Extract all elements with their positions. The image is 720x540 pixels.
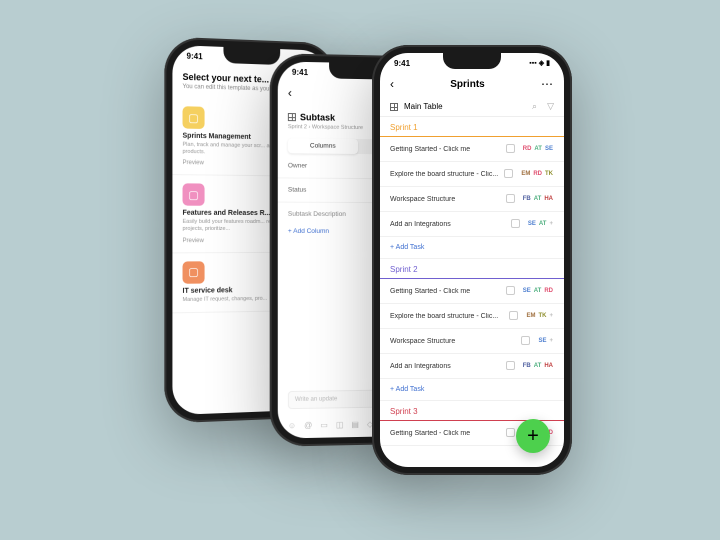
task-row[interactable]: Explore the board structure - Clic... EMR… [380, 162, 564, 187]
time: 9:41 [187, 51, 203, 61]
tool-icon[interactable]: ▤ [351, 420, 359, 429]
assignee-badges: EMTK+ [525, 312, 554, 320]
task-checkbox[interactable] [509, 311, 518, 320]
add-task-button[interactable]: + Add Task [380, 237, 564, 259]
back-icon[interactable]: ‹ [288, 86, 292, 100]
search-icon[interactable]: ⌕ [532, 101, 537, 112]
filter-icon[interactable]: ▽ [547, 101, 554, 112]
status-icons: ▪▪▪ ◈ ▮ [529, 59, 550, 67]
phone-sprints: 9:41 ▪▪▪ ◈ ▮ ‹ Sprints ⋯ Main Table ⌕ ▽ … [372, 45, 572, 475]
assignee-badges: FBATHA [522, 362, 554, 370]
task-checkbox[interactable] [511, 219, 520, 228]
page-title: Sprints [402, 79, 533, 90]
assignee-badges: SEAT+ [527, 220, 554, 228]
add-task-button[interactable]: + Add Task [380, 379, 564, 401]
task-title: Explore the board structure - Clic... [390, 171, 498, 178]
tool-icon[interactable]: ☺ [288, 421, 296, 430]
header: ‹ Sprints ⋯ [380, 71, 564, 97]
task-row[interactable]: Getting Started - Click me RDATSE [380, 137, 564, 162]
assignee-badges: FBATHA [522, 195, 554, 203]
sprint-header[interactable]: Sprint 2 [380, 259, 564, 279]
view-label[interactable]: Main Table [404, 102, 443, 111]
task-checkbox[interactable] [506, 361, 515, 370]
tab-columns[interactable]: Columns [288, 138, 358, 154]
table-icon [288, 113, 296, 121]
task-checkbox[interactable] [506, 428, 515, 437]
task-row[interactable]: Workspace Structure SE+ [380, 329, 564, 354]
task-row[interactable]: Workspace Structure FBATHA [380, 187, 564, 212]
time: 9:41 [292, 67, 308, 76]
task-title: Add an Integrations [390, 363, 500, 370]
add-button[interactable]: + [516, 419, 550, 453]
task-title: Workspace Structure [390, 338, 515, 345]
assignee-badges: EMRDTK [520, 170, 554, 178]
status-label: Status [288, 187, 307, 194]
task-checkbox[interactable] [521, 336, 530, 345]
view-selector: Main Table ⌕ ▽ [380, 97, 564, 117]
task-title: Explore the board structure - Clic... [390, 313, 503, 320]
sprint-header[interactable]: Sprint 3 [380, 401, 564, 421]
task-checkbox[interactable] [504, 169, 513, 178]
assignee-badges: SEATRD [522, 287, 554, 295]
task-title: Workspace Structure [390, 196, 500, 203]
back-icon[interactable]: ‹ [390, 77, 394, 91]
sprint-header[interactable]: Sprint 1 [380, 117, 564, 137]
task-row[interactable]: Getting Started - Click me SEATRD [380, 279, 564, 304]
template-icon: ▢ [183, 261, 205, 283]
more-icon[interactable]: ⋯ [541, 77, 554, 91]
tool-icon[interactable]: ▭ [320, 421, 328, 430]
task-title: Getting Started - Click me [390, 146, 500, 153]
task-checkbox[interactable] [506, 194, 515, 203]
template-icon: ▢ [183, 106, 205, 129]
owner-label: Owner [288, 162, 307, 169]
task-row[interactable]: Add an Integrations SEAT+ [380, 212, 564, 237]
tool-icon[interactable]: ◫ [336, 420, 344, 429]
tool-icon[interactable]: @ [304, 421, 312, 430]
task-title: Getting Started - Click me [390, 288, 500, 295]
task-row[interactable]: Explore the board structure - Clic... EMT… [380, 304, 564, 329]
assignee-badges: SE+ [537, 337, 554, 345]
task-checkbox[interactable] [506, 144, 515, 153]
task-title: Add an Integrations [390, 221, 505, 228]
task-title: Getting Started - Click me [390, 430, 500, 437]
template-icon: ▢ [183, 184, 205, 206]
time: 9:41 [394, 59, 410, 68]
task-row[interactable]: Add an Integrations FBATHA [380, 354, 564, 379]
table-icon [390, 103, 398, 111]
assignee-badges: RDATSE [522, 145, 554, 153]
task-checkbox[interactable] [506, 286, 515, 295]
